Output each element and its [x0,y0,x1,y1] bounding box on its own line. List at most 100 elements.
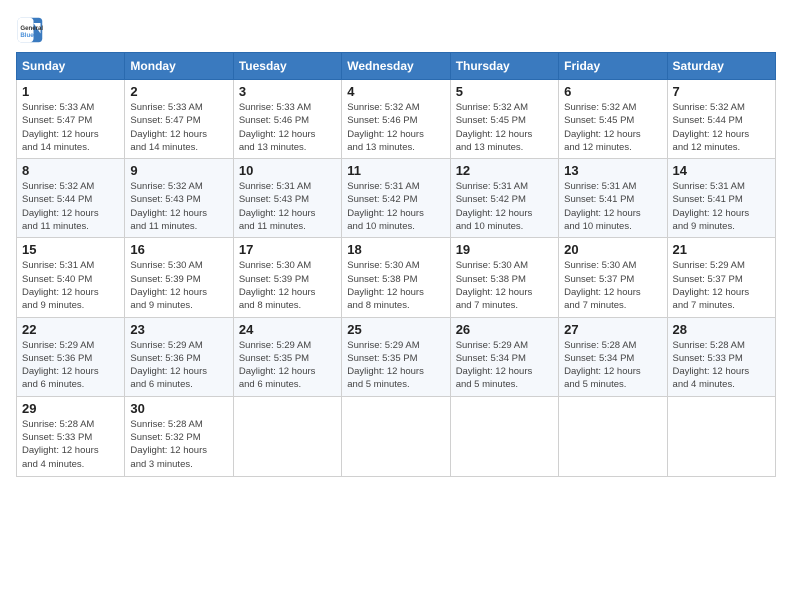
day-info: Sunrise: 5:32 AMSunset: 5:45 PMDaylight:… [564,101,661,154]
day-info: Sunrise: 5:28 AMSunset: 5:33 PMDaylight:… [673,339,770,392]
day-number: 4 [347,84,444,99]
weekday-header: Sunday [17,53,125,80]
day-number: 15 [22,242,119,257]
day-number: 11 [347,163,444,178]
weekday-header: Friday [559,53,667,80]
calendar-cell: 11 Sunrise: 5:31 AMSunset: 5:42 PMDayligh… [342,159,450,238]
day-info: Sunrise: 5:28 AMSunset: 5:34 PMDaylight:… [564,339,661,392]
day-number: 21 [673,242,770,257]
day-info: Sunrise: 5:30 AMSunset: 5:37 PMDaylight:… [564,259,661,312]
day-number: 12 [456,163,553,178]
day-info: Sunrise: 5:33 AMSunset: 5:47 PMDaylight:… [22,101,119,154]
day-info: Sunrise: 5:31 AMSunset: 5:43 PMDaylight:… [239,180,336,233]
calendar-cell: 9 Sunrise: 5:32 AMSunset: 5:43 PMDaylight… [125,159,233,238]
calendar-cell [559,396,667,476]
calendar-body: 1 Sunrise: 5:33 AMSunset: 5:47 PMDaylight… [17,80,776,477]
calendar-cell: 5Sunrise: 5:32 AMSunset: 5:45 PMDaylight… [450,80,558,159]
day-number: 8 [22,163,119,178]
calendar-cell: 3 Sunrise: 5:33 AMSunset: 5:46 PMDaylight… [233,80,341,159]
calendar-cell [450,396,558,476]
day-number: 28 [673,322,770,337]
day-info: Sunrise: 5:28 AMSunset: 5:33 PMDaylight:… [22,418,119,471]
calendar-cell: 26 Sunrise: 5:29 AMSunset: 5:34 PMDayligh… [450,317,558,396]
calendar-cell: 23 Sunrise: 5:29 AMSunset: 5:36 PMDayligh… [125,317,233,396]
calendar-cell: 12Sunrise: 5:31 AMSunset: 5:42 PMDayligh… [450,159,558,238]
calendar-cell: 15Sunrise: 5:31 AMSunset: 5:40 PMDayligh… [17,238,125,317]
day-number: 3 [239,84,336,99]
day-info: Sunrise: 5:29 AMSunset: 5:35 PMDaylight:… [239,339,336,392]
day-number: 26 [456,322,553,337]
day-number: 23 [130,322,227,337]
weekday-row: SundayMondayTuesdayWednesdayThursdayFrid… [17,53,776,80]
day-info: Sunrise: 5:29 AMSunset: 5:35 PMDaylight:… [347,339,444,392]
day-info: Sunrise: 5:30 AMSunset: 5:38 PMDaylight:… [456,259,553,312]
day-number: 13 [564,163,661,178]
day-number: 29 [22,401,119,416]
day-number: 10 [239,163,336,178]
logo-icon: General Blue [16,16,44,44]
day-info: Sunrise: 5:30 AMSunset: 5:39 PMDaylight:… [239,259,336,312]
calendar-cell [233,396,341,476]
calendar-cell: 22Sunrise: 5:29 AMSunset: 5:36 PMDayligh… [17,317,125,396]
calendar-cell: 18 Sunrise: 5:30 AMSunset: 5:38 PMDayligh… [342,238,450,317]
day-info: Sunrise: 5:33 AMSunset: 5:46 PMDaylight:… [239,101,336,154]
calendar-cell: 10 Sunrise: 5:31 AMSunset: 5:43 PMDayligh… [233,159,341,238]
day-number: 7 [673,84,770,99]
calendar-cell: 19 Sunrise: 5:30 AMSunset: 5:38 PMDayligh… [450,238,558,317]
calendar-cell: 16 Sunrise: 5:30 AMSunset: 5:39 PMDayligh… [125,238,233,317]
day-info: Sunrise: 5:31 AMSunset: 5:42 PMDaylight:… [347,180,444,233]
day-info: Sunrise: 5:29 AMSunset: 5:37 PMDaylight:… [673,259,770,312]
weekday-header: Monday [125,53,233,80]
day-info: Sunrise: 5:31 AMSunset: 5:41 PMDaylight:… [673,180,770,233]
calendar-cell: 14 Sunrise: 5:31 AMSunset: 5:41 PMDayligh… [667,159,775,238]
calendar-week-row: 1 Sunrise: 5:33 AMSunset: 5:47 PMDaylight… [17,80,776,159]
day-info: Sunrise: 5:32 AMSunset: 5:44 PMDaylight:… [22,180,119,233]
calendar-cell: 25Sunrise: 5:29 AMSunset: 5:35 PMDayligh… [342,317,450,396]
calendar-table: SundayMondayTuesdayWednesdayThursdayFrid… [16,52,776,477]
page-header: General Blue [16,16,776,44]
calendar-week-row: 15Sunrise: 5:31 AMSunset: 5:40 PMDayligh… [17,238,776,317]
svg-text:General: General [20,25,43,32]
calendar-cell: 20 Sunrise: 5:30 AMSunset: 5:37 PMDayligh… [559,238,667,317]
day-number: 17 [239,242,336,257]
day-number: 20 [564,242,661,257]
calendar-cell: 21 Sunrise: 5:29 AMSunset: 5:37 PMDayligh… [667,238,775,317]
calendar-cell: 28 Sunrise: 5:28 AMSunset: 5:33 PMDayligh… [667,317,775,396]
weekday-header: Saturday [667,53,775,80]
day-number: 14 [673,163,770,178]
day-info: Sunrise: 5:29 AMSunset: 5:36 PMDaylight:… [130,339,227,392]
day-info: Sunrise: 5:32 AMSunset: 5:43 PMDaylight:… [130,180,227,233]
calendar-cell: 1 Sunrise: 5:33 AMSunset: 5:47 PMDaylight… [17,80,125,159]
day-info: Sunrise: 5:30 AMSunset: 5:38 PMDaylight:… [347,259,444,312]
weekday-header: Wednesday [342,53,450,80]
day-info: Sunrise: 5:32 AMSunset: 5:46 PMDaylight:… [347,101,444,154]
day-info: Sunrise: 5:33 AMSunset: 5:47 PMDaylight:… [130,101,227,154]
day-number: 27 [564,322,661,337]
weekday-header: Tuesday [233,53,341,80]
day-number: 16 [130,242,227,257]
calendar-cell: 8 Sunrise: 5:32 AMSunset: 5:44 PMDaylight… [17,159,125,238]
day-info: Sunrise: 5:28 AMSunset: 5:32 PMDaylight:… [130,418,227,471]
day-number: 30 [130,401,227,416]
day-number: 22 [22,322,119,337]
calendar-cell: 6 Sunrise: 5:32 AMSunset: 5:45 PMDaylight… [559,80,667,159]
svg-text:Blue: Blue [20,32,34,39]
day-info: Sunrise: 5:30 AMSunset: 5:39 PMDaylight:… [130,259,227,312]
day-number: 9 [130,163,227,178]
calendar-week-row: 8 Sunrise: 5:32 AMSunset: 5:44 PMDaylight… [17,159,776,238]
calendar-cell: 13 Sunrise: 5:31 AMSunset: 5:41 PMDayligh… [559,159,667,238]
calendar-cell [667,396,775,476]
day-info: Sunrise: 5:32 AMSunset: 5:45 PMDaylight:… [456,101,553,154]
day-info: Sunrise: 5:32 AMSunset: 5:44 PMDaylight:… [673,101,770,154]
day-number: 19 [456,242,553,257]
calendar-cell [342,396,450,476]
day-number: 1 [22,84,119,99]
calendar-cell: 4 Sunrise: 5:32 AMSunset: 5:46 PMDaylight… [342,80,450,159]
day-number: 2 [130,84,227,99]
calendar-cell: 24Sunrise: 5:29 AMSunset: 5:35 PMDayligh… [233,317,341,396]
day-info: Sunrise: 5:29 AMSunset: 5:34 PMDaylight:… [456,339,553,392]
day-number: 6 [564,84,661,99]
day-number: 18 [347,242,444,257]
calendar-cell: 30 Sunrise: 5:28 AMSunset: 5:32 PMDayligh… [125,396,233,476]
day-info: Sunrise: 5:31 AMSunset: 5:41 PMDaylight:… [564,180,661,233]
